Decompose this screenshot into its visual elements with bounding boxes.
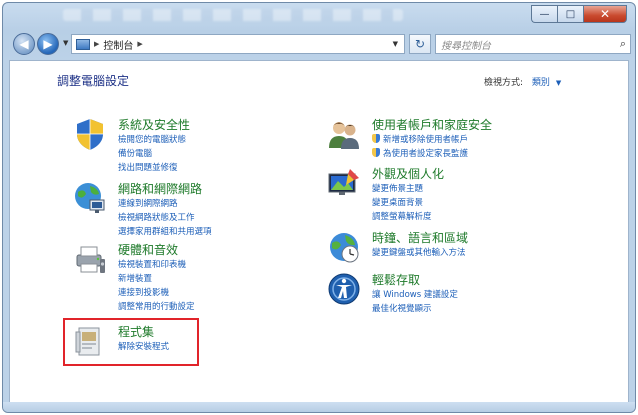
control-panel-window: — □ ✕ ◀ ▶ ▼ ▶ 控制台 ▶ ▼ ↻ 搜尋控制台 ⌕ 調整電腦設定 檢… (2, 2, 636, 413)
link-connect-internet[interactable]: 連線到網際網路 (118, 197, 212, 211)
refresh-button[interactable]: ↻ (409, 34, 431, 54)
category-title[interactable]: 時鐘、語言和區域 (372, 229, 468, 246)
title-bar[interactable]: — □ ✕ (3, 3, 635, 29)
category-title[interactable]: 外觀及個人化 (372, 165, 444, 182)
link-screen-resolution[interactable]: 調整螢幕解析度 (372, 210, 432, 224)
link-add-device[interactable]: 新增裝置 (118, 272, 195, 286)
link-devices-printers[interactable]: 檢視裝置和印表機 (118, 258, 195, 272)
minimize-button[interactable]: — (531, 5, 557, 23)
ease-of-access-icon (328, 273, 360, 305)
view-by-selector[interactable]: 檢視方式: 類別 ▼ (484, 75, 561, 88)
link-change-theme[interactable]: 變更佈景主題 (372, 182, 432, 196)
view-by-label: 檢視方式: (484, 78, 524, 88)
close-icon: ✕ (599, 7, 611, 21)
link-windows-suggest-settings[interactable]: 讓 Windows 建議設定 (372, 288, 458, 302)
maximize-button[interactable]: □ (557, 5, 583, 23)
chevron-down-icon[interactable]: ▼ (556, 79, 561, 87)
address-dropdown-icon[interactable]: ▼ (393, 40, 398, 48)
network-icon (75, 183, 105, 213)
users-icon (329, 122, 359, 149)
breadcrumb-control-panel[interactable]: 控制台 (103, 37, 133, 52)
view-by-value[interactable]: 類別 (532, 78, 550, 88)
back-button[interactable]: ◀ (13, 33, 35, 55)
close-button[interactable]: ✕ (583, 5, 627, 23)
blurred-title-area (63, 9, 403, 21)
search-icon[interactable]: ⌕ (620, 37, 626, 51)
display-icon (328, 169, 359, 195)
forward-button[interactable]: ▶ (37, 33, 59, 55)
link-change-background[interactable]: 變更桌面背景 (372, 196, 432, 210)
control-panel-content: 調整電腦設定 檢視方式: 類別 ▼ 系統及安全性 檢閱您的電腦狀態 備份電腦 找… (9, 60, 629, 404)
link-add-remove-accounts[interactable]: 新增或移除使用者帳戶 (372, 133, 468, 147)
breadcrumb-separator-icon[interactable]: ▶ (137, 40, 142, 48)
search-placeholder: 搜尋控制台 (441, 40, 491, 52)
highlight-box (63, 318, 199, 366)
link-mobility-settings[interactable]: 調整常用的行動設定 (118, 300, 195, 314)
category-title[interactable]: 使用者帳戶和家庭安全 (372, 116, 492, 133)
link-review-computer-status[interactable]: 檢閱您的電腦狀態 (118, 133, 186, 147)
link-find-fix-problems[interactable]: 找出問題並修復 (118, 161, 186, 175)
forward-arrow-icon: ▶ (43, 37, 53, 51)
link-view-network-status[interactable]: 檢視網路狀態及工作 (118, 211, 212, 225)
shield-icon (77, 119, 103, 150)
address-bar[interactable]: ▶ 控制台 ▶ ▼ (71, 34, 405, 54)
category-title[interactable]: 系統及安全性 (118, 116, 190, 133)
navigation-bar: ◀ ▶ ▼ ▶ 控制台 ▶ ▼ ↻ 搜尋控制台 ⌕ (9, 31, 631, 57)
page-title: 調整電腦設定 (57, 74, 130, 88)
link-connect-projector[interactable]: 連接到投影機 (118, 286, 195, 300)
breadcrumb-separator-icon[interactable]: ▶ (94, 40, 99, 48)
link-change-keyboards[interactable]: 變更鍵盤或其他輸入方法 (372, 246, 466, 260)
link-backup-computer[interactable]: 備份電腦 (118, 147, 186, 161)
maximize-icon: □ (565, 8, 576, 20)
globe-clock-icon (330, 233, 359, 263)
category-title[interactable]: 網路和網際網路 (118, 180, 202, 197)
link-parental-controls[interactable]: 為使用者設定家長監護 (372, 147, 468, 161)
window-bottom-border (3, 402, 635, 412)
uac-shield-icon (372, 134, 380, 143)
uac-shield-icon (372, 148, 380, 157)
link-optimize-visual-display[interactable]: 最佳化視覺顯示 (372, 302, 458, 316)
minimize-icon: — (539, 8, 550, 20)
link-homegroup-sharing[interactable]: 選擇家用群組和共用選項 (118, 225, 212, 239)
back-arrow-icon: ◀ (19, 37, 29, 51)
printer-icon (76, 246, 105, 273)
search-input[interactable]: 搜尋控制台 ⌕ (435, 34, 631, 54)
recent-pages-dropdown[interactable]: ▼ (63, 39, 68, 47)
category-title[interactable]: 硬體和音效 (118, 241, 178, 258)
category-title[interactable]: 輕鬆存取 (372, 271, 420, 288)
control-panel-icon (76, 38, 90, 50)
refresh-icon: ↻ (414, 37, 426, 51)
caption-buttons: — □ ✕ (531, 5, 627, 23)
